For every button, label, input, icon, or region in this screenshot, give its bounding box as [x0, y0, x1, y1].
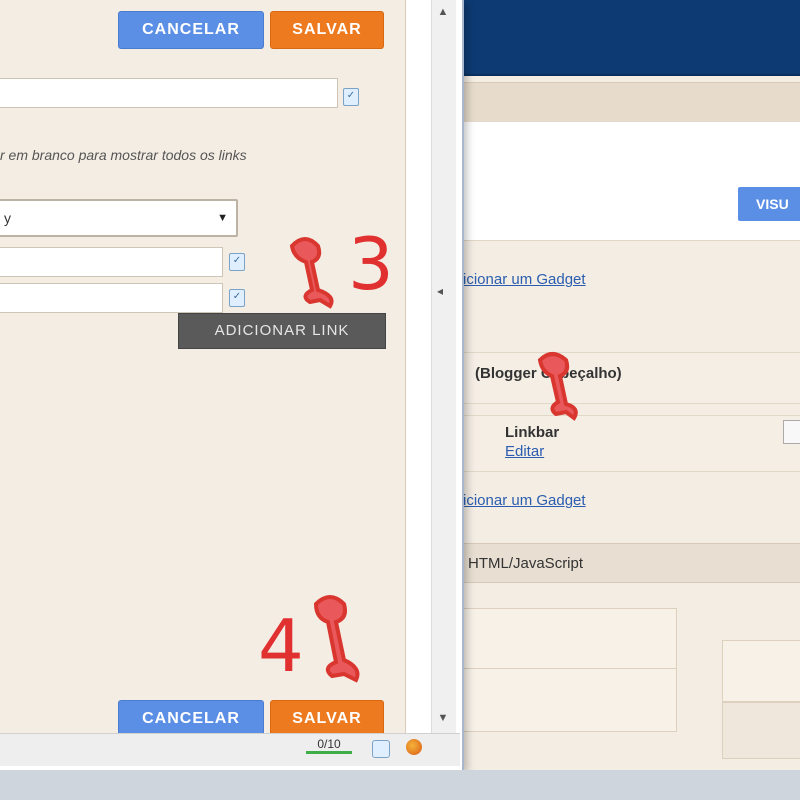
annotation-layer	[289, 237, 578, 683]
step-3-annotation: 3	[348, 222, 394, 306]
pin-icon	[289, 237, 334, 309]
pin-icon	[537, 352, 578, 421]
step-4-annotation: 4	[258, 604, 304, 688]
taskbar-edge	[0, 770, 800, 800]
pin-icon	[313, 595, 360, 683]
